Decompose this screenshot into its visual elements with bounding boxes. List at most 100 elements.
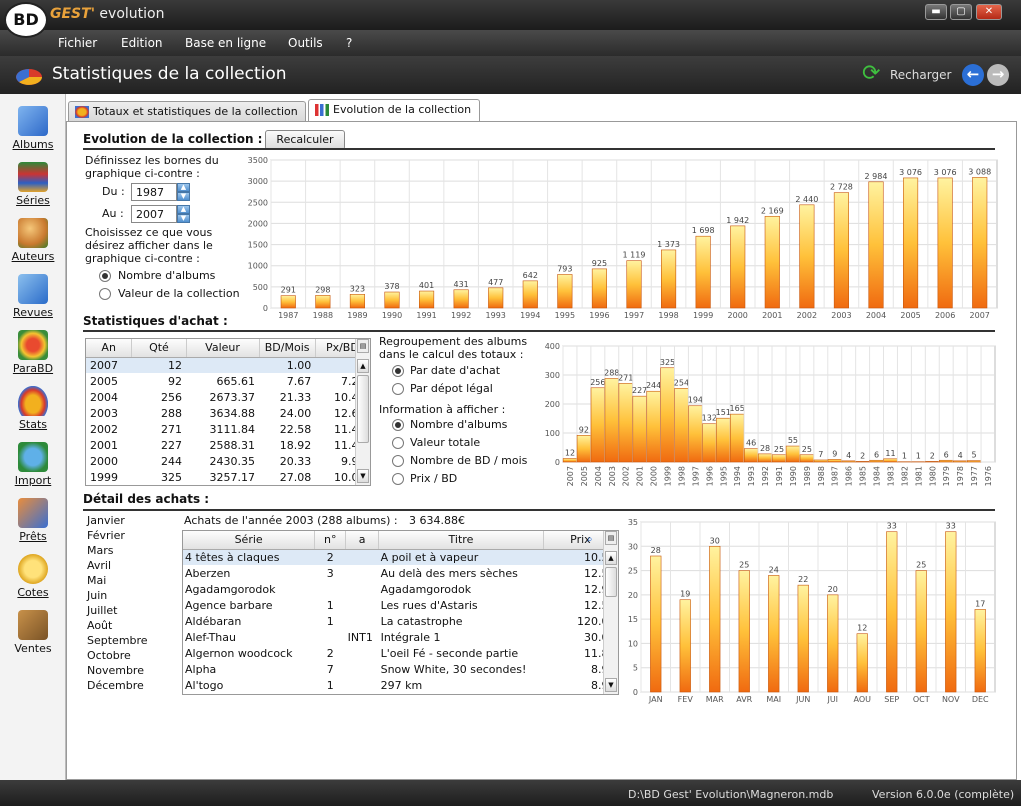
radio-info-albums-label[interactable]: Nombre d'albums — [410, 418, 507, 431]
radio-info-albums[interactable] — [392, 419, 404, 431]
month-item[interactable]: Février — [87, 529, 177, 544]
copy-icon[interactable]: ▤ — [357, 339, 369, 353]
from-year-input[interactable]: 1987 — [131, 183, 177, 201]
col-header-qty[interactable]: Qté — [131, 339, 187, 358]
table-row[interactable]: 2003 288 3634.88 24.00 12.62 — [86, 405, 370, 421]
month-item[interactable]: Avril — [87, 559, 177, 574]
table-row[interactable]: Alef-Thau INT1 Intégrale 1 30.00 — [183, 629, 618, 645]
table-row[interactable]: Agence barbare 1 Les rues d'Astaris 12.50 — [183, 597, 618, 613]
month-item[interactable]: Octobre — [87, 649, 177, 664]
stepper-up-icon[interactable]: ▲ — [177, 205, 190, 214]
purchases-scrollbar[interactable]: ▤ ▲ ▼ — [603, 531, 618, 694]
sidebar-item-revues[interactable]: Revues — [0, 268, 66, 324]
month-item[interactable]: Décembre — [87, 679, 177, 694]
radio-info-price-label[interactable]: Prix / BD — [410, 472, 457, 485]
scroll-thumb[interactable] — [357, 375, 369, 443]
month-item[interactable]: Mars — [87, 544, 177, 559]
month-item[interactable]: Janvier — [87, 514, 177, 529]
table-row[interactable]: Aberzen 3 Au delà des mers sèches 12.50 — [183, 565, 618, 581]
recalculate-button[interactable]: Recalculer — [265, 130, 345, 150]
radio-info-price[interactable] — [392, 473, 404, 485]
radio-info-bd-month-label[interactable]: Nombre de BD / mois — [410, 454, 527, 467]
table-row[interactable]: 2004 256 2673.37 21.33 10.44 — [86, 389, 370, 405]
radio-by-legal-deposit-label[interactable]: Par dépot légal — [410, 382, 493, 395]
table-row[interactable]: 2000 244 2430.35 20.33 9.96 — [86, 453, 370, 469]
scroll-up-icon[interactable]: ▲ — [357, 359, 369, 373]
table-row[interactable]: Agadamgorodok Agadamgorodok 12.94 — [183, 581, 618, 597]
month-item[interactable]: Juin — [87, 589, 177, 604]
col-header-a[interactable]: a — [345, 531, 380, 550]
sidebar-item-cotes[interactable]: Cotes — [0, 548, 66, 604]
sidebar-item-stats[interactable]: Stats — [0, 380, 66, 436]
radio-album-count[interactable] — [99, 270, 111, 282]
table-row[interactable]: 1999 325 3257.17 27.08 10.02 — [86, 469, 370, 485]
menu-base-en-ligne[interactable]: Base en ligne — [185, 36, 266, 50]
table-row[interactable]: 2007 12 1.00 — [86, 357, 370, 373]
close-button[interactable]: ✕ — [976, 4, 1002, 20]
table-row[interactable]: Algernon woodcock 2 L'oeil Fé - seconde pa… — [183, 645, 618, 661]
radio-by-legal-deposit[interactable] — [392, 383, 404, 395]
col-header-title[interactable]: Titre — [378, 531, 544, 550]
scroll-up-icon[interactable]: ▲ — [605, 551, 617, 565]
reload-icon[interactable]: ⟳ — [862, 62, 886, 86]
from-year-stepper[interactable]: ▲ ▼ — [177, 183, 190, 201]
months-list[interactable]: Janvier Février Mars Avril Mai Juin Juillet Aoû… — [87, 514, 177, 694]
month-item[interactable]: Mai — [87, 574, 177, 589]
radio-info-total[interactable] — [392, 437, 404, 449]
stepper-down-icon[interactable]: ▼ — [177, 214, 190, 223]
radio-collection-value-label[interactable]: Valeur de la collection — [118, 287, 240, 300]
radio-by-purchase-date-label[interactable]: Par date d'achat — [410, 364, 500, 377]
sidebar-item-albums[interactable]: Albums — [0, 100, 66, 156]
scroll-down-icon[interactable]: ▼ — [605, 678, 617, 692]
tab-totaux[interactable]: Totaux et statistiques de la collection — [68, 101, 306, 122]
radio-album-count-label[interactable]: Nombre d'albums — [118, 269, 215, 282]
month-item[interactable]: Novembre — [87, 664, 177, 679]
month-item[interactable]: Juillet — [87, 604, 177, 619]
stepper-down-icon[interactable]: ▼ — [177, 192, 190, 201]
table-row[interactable]: Al'togo1297 km8.98 — [183, 677, 618, 693]
menu-outils[interactable]: Outils — [288, 36, 323, 50]
to-year-stepper[interactable]: ▲ ▼ — [177, 205, 190, 223]
sidebar-item-ventes[interactable]: Ventes — [0, 604, 66, 660]
tab-evolution[interactable]: Evolution de la collection — [308, 99, 480, 121]
table-row[interactable]: Aldébaran 1 La catastrophe 120.00 — [183, 613, 618, 629]
table-row[interactable]: 2005 92 665.61 7.67 7.23 — [86, 373, 370, 389]
table-row[interactable]: 2002 271 3111.84 22.58 11.48 — [86, 421, 370, 437]
month-item[interactable]: Août — [87, 619, 177, 634]
sidebar-item-auteurs[interactable]: Auteurs — [0, 212, 66, 268]
col-header-bd-month[interactable]: BD/Mois — [259, 339, 316, 358]
col-header-serie[interactable]: Série — [183, 531, 316, 550]
search-icon[interactable]: ⌕ — [587, 534, 593, 545]
radio-info-total-label[interactable]: Valeur totale — [410, 436, 480, 449]
copy-icon[interactable]: ▤ — [605, 531, 617, 545]
menu-fichier[interactable]: Fichier — [58, 36, 97, 50]
radio-by-purchase-date[interactable] — [392, 365, 404, 377]
radio-collection-value[interactable] — [99, 288, 111, 300]
table-row[interactable]: 4 têtes à claques 2 A poil et à vapeur 10.5… — [183, 549, 618, 565]
reload-button[interactable]: Recharger — [890, 68, 951, 82]
month-item[interactable]: Septembre — [87, 634, 177, 649]
col-header-number[interactable]: n° — [314, 531, 347, 550]
menu-help[interactable]: ? — [346, 36, 352, 50]
table-row[interactable]: 2001 227 2588.31 18.92 11.40 — [86, 437, 370, 453]
radio-info-bd-month[interactable] — [392, 455, 404, 467]
menu-edition[interactable]: Edition — [121, 36, 163, 50]
stepper-up-icon[interactable]: ▲ — [177, 183, 190, 192]
forward-arrow-icon[interactable]: → — [987, 64, 1009, 86]
scroll-thumb[interactable] — [605, 567, 617, 597]
purchase-stats-table[interactable]: An Qté Valeur BD/Mois Px/BD 2007 12 1.00 20… — [85, 338, 371, 486]
purchase-scrollbar[interactable]: ▤ ▲ ▼ — [355, 339, 370, 485]
purchases-table[interactable]: Série n° a Titre Prix 4 têtes à claques 2… — [182, 530, 619, 695]
minimize-button[interactable]: ▬ — [925, 4, 947, 20]
sidebar-item-parabd[interactable]: ParaBD — [0, 324, 66, 380]
sidebar-item-import[interactable]: Import — [0, 436, 66, 492]
to-year-input[interactable]: 2007 — [131, 205, 177, 223]
sidebar-item-prets[interactable]: Prêts — [0, 492, 66, 548]
sidebar-item-series[interactable]: Séries — [0, 156, 66, 212]
table-row[interactable]: Alpha7Snow White, 30 secondes!8.98 — [183, 661, 618, 677]
col-header-value[interactable]: Valeur — [186, 339, 260, 358]
maximize-button[interactable]: ▢ — [950, 4, 972, 20]
back-arrow-icon[interactable]: ← — [962, 64, 984, 86]
col-header-year[interactable]: An — [86, 339, 133, 358]
scroll-down-icon[interactable]: ▼ — [357, 469, 369, 483]
